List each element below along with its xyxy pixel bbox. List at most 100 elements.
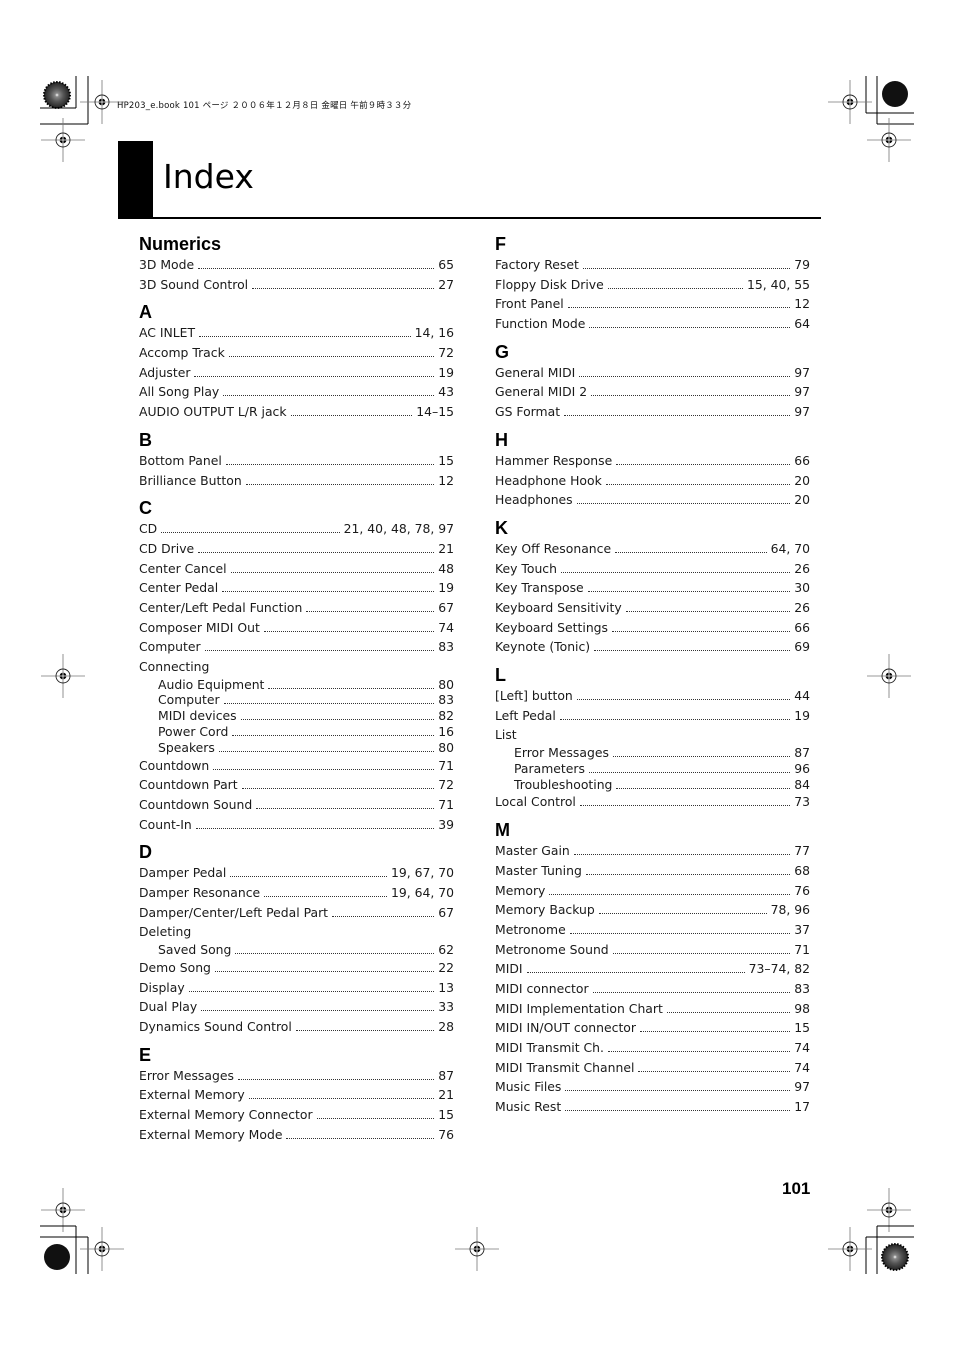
dot-leader: [588, 771, 791, 773]
index-entry: Connecting: [139, 657, 454, 677]
entry-pages: 28: [438, 1019, 454, 1035]
entry-term: Adjuster: [139, 364, 191, 380]
entry-term: Master Tuning: [495, 862, 582, 878]
crosshair-icon: [866, 1187, 912, 1233]
index-entry: Dynamics Sound Control 28: [139, 1017, 454, 1037]
index-entry: MIDI IN/OUT connector 15: [495, 1018, 810, 1038]
entry-term: Troubleshooting: [514, 776, 613, 792]
entry-term: MIDI devices: [158, 708, 237, 724]
dot-leader: [213, 768, 435, 770]
dot-leader: [256, 808, 435, 810]
entry-pages: 27: [438, 276, 454, 292]
entry-term: List: [495, 727, 517, 743]
index-entry: Adjuster 19: [139, 363, 454, 383]
index-entry: Countdown Part 72: [139, 775, 454, 795]
dot-leader: [639, 1031, 791, 1033]
entry-pages: 97: [794, 1079, 810, 1095]
entry-pages: 12: [438, 472, 454, 488]
entry-term: Computer: [139, 639, 201, 655]
entry-pages: 96: [794, 760, 810, 776]
entry-term: MIDI IN/OUT connector: [495, 1020, 636, 1036]
index-entry: MIDI connector 83: [495, 979, 810, 999]
index-entry: MIDI Transmit Ch. 74: [495, 1038, 810, 1058]
index-entry: Accomp Track 72: [139, 343, 454, 363]
dot-leader: [573, 854, 791, 856]
entry-term: Connecting: [139, 659, 210, 674]
star-target-icon: [43, 81, 71, 109]
index-entry: Display 13: [139, 978, 454, 998]
entry-pages: 26: [794, 599, 810, 615]
index-entry: Deleting: [139, 922, 454, 942]
dot-leader: [598, 913, 767, 915]
dot-leader: [237, 1078, 435, 1080]
entry-pages: 21: [438, 1087, 454, 1103]
entry-pages: 74: [438, 619, 454, 635]
entry-pages: 21, 40, 48, 78, 97: [343, 521, 454, 537]
dot-leader: [615, 551, 767, 553]
index-entry: Keyboard Settings 66: [495, 618, 810, 638]
entry-term: All Song Play: [139, 384, 220, 400]
index-entry: General MIDI 2 97: [495, 382, 810, 402]
entry-term: MIDI Implementation Chart: [495, 1000, 663, 1016]
index-section: L [Left] button 44 Left Pedal 19 List Error Me…: [495, 664, 810, 812]
dot-leader: [223, 703, 435, 705]
section-letter: L: [495, 665, 506, 685]
dot-leader: [565, 1110, 791, 1112]
section-letter: F: [495, 234, 506, 254]
index-entry: External Memory Connector 15: [139, 1105, 454, 1125]
entry-term: Center Pedal: [139, 580, 219, 596]
entry-term: Music Files: [495, 1079, 562, 1095]
dot-leader: [666, 1011, 791, 1013]
section-letter: H: [495, 429, 508, 450]
entry-term: Brilliance Button: [139, 472, 242, 488]
entry-term: Bottom Panel: [139, 452, 222, 468]
index-entry: 3D Mode 65: [139, 255, 454, 275]
entry-pages: 21: [438, 540, 454, 556]
entry-pages: 76: [438, 1126, 454, 1142]
dot-leader: [616, 463, 791, 465]
entry-term: Metronome Sound: [495, 941, 609, 957]
index-section: F Factory Reset 79 Floppy Disk Drive 15, 40,…: [495, 233, 810, 334]
entry-pages: 26: [794, 560, 810, 576]
entry-pages: 64, 70: [770, 540, 810, 556]
entry-term: Memory Backup: [495, 902, 595, 918]
entry-pages: 20: [794, 492, 810, 508]
dot-leader: [638, 1070, 791, 1072]
entry-term: [Left] button: [495, 688, 573, 703]
entry-pages: 19: [438, 364, 454, 380]
index-column-left: Numerics 3D Mode 65 3D Sound Control 27 A AC I…: [139, 233, 454, 1151]
dot-leader: [195, 827, 435, 829]
index-entry: Damper Pedal 19, 67, 70: [139, 863, 454, 883]
index-entry: Master Tuning 68: [495, 861, 810, 881]
dot-leader: [560, 571, 791, 573]
dot-leader: [565, 1090, 791, 1092]
entry-pages: 80: [438, 676, 454, 692]
crosshair-icon: [40, 653, 86, 699]
index-entry: List: [495, 725, 810, 745]
section-letter: Numerics: [139, 234, 222, 254]
index-entry: Countdown Sound 71: [139, 795, 454, 815]
section-letter: E: [139, 1044, 152, 1065]
index-entry: [Left] button 44: [495, 686, 810, 706]
entry-pages: 77: [794, 843, 810, 859]
index-entry: Dual Play 33: [139, 997, 454, 1017]
dot-leader: [223, 395, 435, 397]
entry-pages: 15: [438, 1107, 454, 1123]
index-entry: Headphone Hook 20: [495, 471, 810, 491]
entry-term: Error Messages: [514, 745, 609, 761]
index-subentry: Speakers 80: [139, 740, 454, 756]
crosshair-icon: [40, 117, 86, 163]
entry-term: Error Messages: [139, 1067, 234, 1083]
section-letter: K: [495, 517, 508, 538]
entry-pages: 71: [794, 941, 810, 957]
index-entry: General MIDI 97: [495, 363, 810, 383]
index-entry: Computer 83: [139, 637, 454, 657]
dot-leader: [218, 750, 435, 752]
entry-pages: 87: [794, 745, 810, 761]
entry-term: Parameters: [514, 760, 585, 776]
entry-term: Speakers: [158, 739, 215, 755]
dot-leader: [576, 503, 791, 505]
entry-pages: 83: [438, 639, 454, 655]
index-entry: External Memory 21: [139, 1085, 454, 1105]
entry-term: Front Panel: [495, 296, 564, 312]
